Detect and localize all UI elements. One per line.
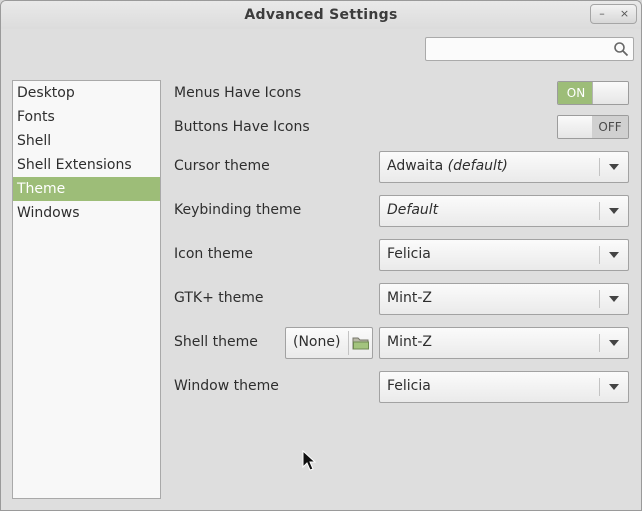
keybinding-theme-dropdown[interactable]: Default xyxy=(379,195,629,227)
dropdown-separator xyxy=(599,290,600,308)
window-theme-dropdown[interactable]: Felicia xyxy=(379,371,629,403)
buttons-have-icons-switch[interactable]: OFF xyxy=(557,115,629,139)
dropdown-separator xyxy=(599,246,600,264)
shell-theme-value: Mint-Z xyxy=(387,334,432,350)
cursor-theme-dropdown[interactable]: Adwaita (default) xyxy=(379,151,629,183)
shell-theme-file-button[interactable]: (None) xyxy=(285,327,373,359)
sidebar-item-theme[interactable]: Theme xyxy=(13,177,160,201)
dropdown-separator xyxy=(599,334,600,352)
chevron-down-icon xyxy=(609,164,619,170)
cursor-theme-label: Cursor theme xyxy=(174,158,270,174)
menus-have-icons-switch[interactable]: ON xyxy=(557,81,629,105)
window-theme-value: Felicia xyxy=(387,378,431,394)
window-title: Advanced Settings xyxy=(244,7,398,23)
icon-theme-dropdown[interactable]: Felicia xyxy=(379,239,629,271)
mouse-pointer-icon xyxy=(302,450,316,471)
icon-theme-value: Felicia xyxy=(387,246,431,262)
chevron-down-icon xyxy=(609,208,619,214)
switch-on-label: ON xyxy=(558,82,594,104)
search-input[interactable] xyxy=(429,40,613,60)
title-bar[interactable]: Advanced Settings – × xyxy=(1,1,641,29)
sidebar-item-fonts[interactable]: Fonts xyxy=(13,105,160,129)
search-icon[interactable] xyxy=(613,41,629,57)
sidebar-item-windows[interactable]: Windows xyxy=(13,201,160,225)
file-button-separator xyxy=(348,331,349,355)
cursor-theme-value: Adwaita (default) xyxy=(387,158,508,174)
advanced-settings-window: Advanced Settings – × Desktop Fonts Shel… xyxy=(0,0,642,511)
chevron-down-icon xyxy=(609,296,619,302)
window-theme-label: Window theme xyxy=(174,378,279,394)
chevron-down-icon xyxy=(609,384,619,390)
switch-off-label: OFF xyxy=(592,116,628,138)
dropdown-separator xyxy=(599,202,600,220)
gtk-theme-value: Mint-Z xyxy=(387,290,432,306)
chevron-down-icon xyxy=(609,340,619,346)
sidebar-item-shell[interactable]: Shell xyxy=(13,129,160,153)
shell-theme-file-label: (None) xyxy=(293,334,341,350)
default-marker: (default) xyxy=(447,158,508,174)
search-box[interactable] xyxy=(425,37,634,61)
keybinding-theme-label: Keybinding theme xyxy=(174,202,302,218)
gtk-theme-label: GTK+ theme xyxy=(174,290,264,306)
sidebar-item-desktop[interactable]: Desktop xyxy=(13,81,160,105)
category-list: Desktop Fonts Shell Shell Extensions The… xyxy=(12,80,161,499)
buttons-have-icons-label: Buttons Have Icons xyxy=(174,119,310,135)
dropdown-separator xyxy=(599,378,600,396)
shell-theme-dropdown[interactable]: Mint-Z xyxy=(379,327,629,359)
shell-theme-label: Shell theme xyxy=(174,334,258,350)
close-button[interactable]: × xyxy=(613,4,637,24)
icon-theme-label: Icon theme xyxy=(174,246,253,262)
keybinding-theme-value: Default xyxy=(387,202,439,218)
gtk-theme-dropdown[interactable]: Mint-Z xyxy=(379,283,629,315)
switch-knob xyxy=(592,82,628,104)
chevron-down-icon xyxy=(609,252,619,258)
switch-knob xyxy=(558,116,594,138)
sidebar-item-shell-extensions[interactable]: Shell Extensions xyxy=(13,153,160,177)
menus-have-icons-label: Menus Have Icons xyxy=(174,85,302,101)
folder-icon xyxy=(352,337,369,350)
minimize-button[interactable]: – xyxy=(590,4,614,24)
dropdown-separator xyxy=(599,158,600,176)
